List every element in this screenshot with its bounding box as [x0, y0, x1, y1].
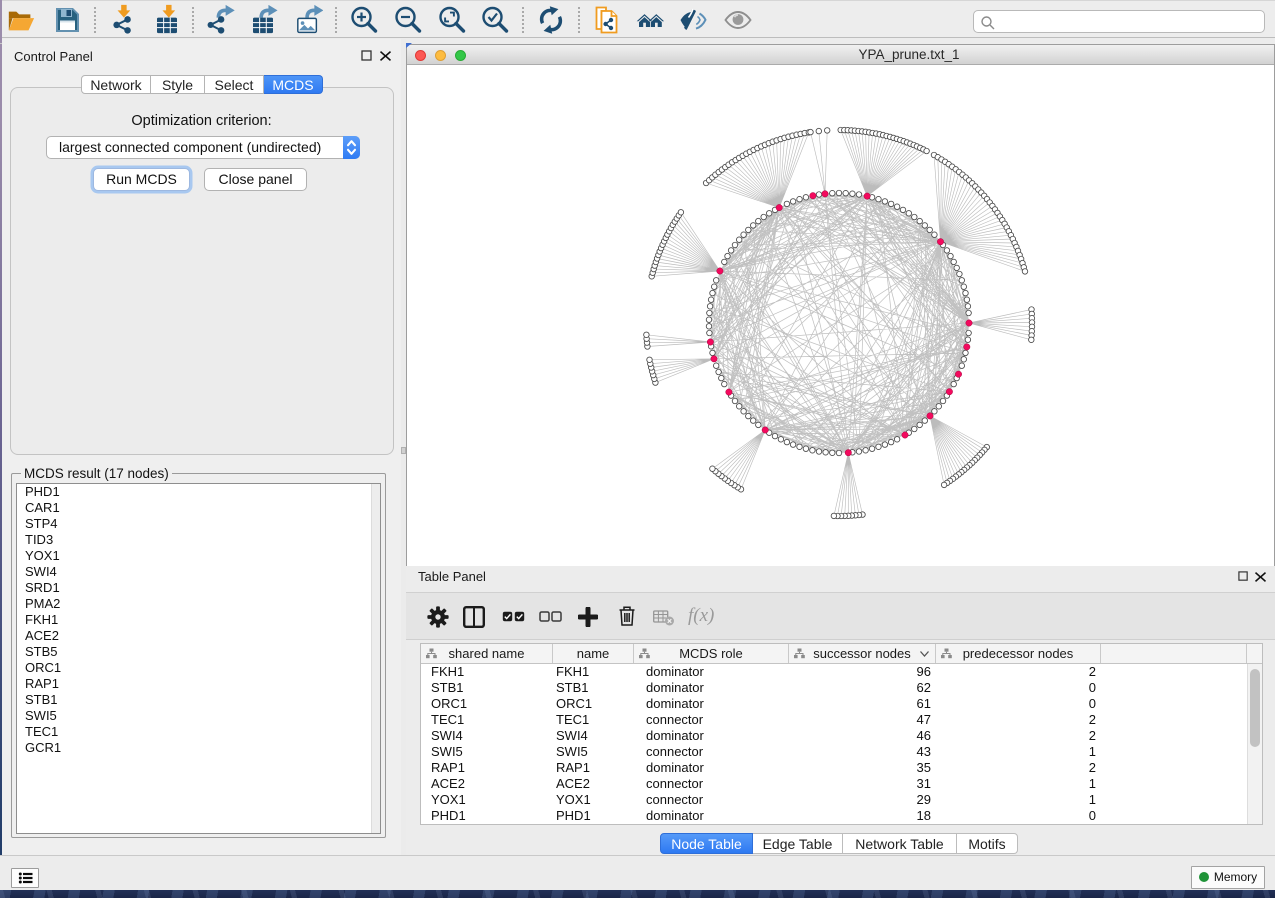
svg-text:f(x): f(x) [688, 605, 714, 626]
